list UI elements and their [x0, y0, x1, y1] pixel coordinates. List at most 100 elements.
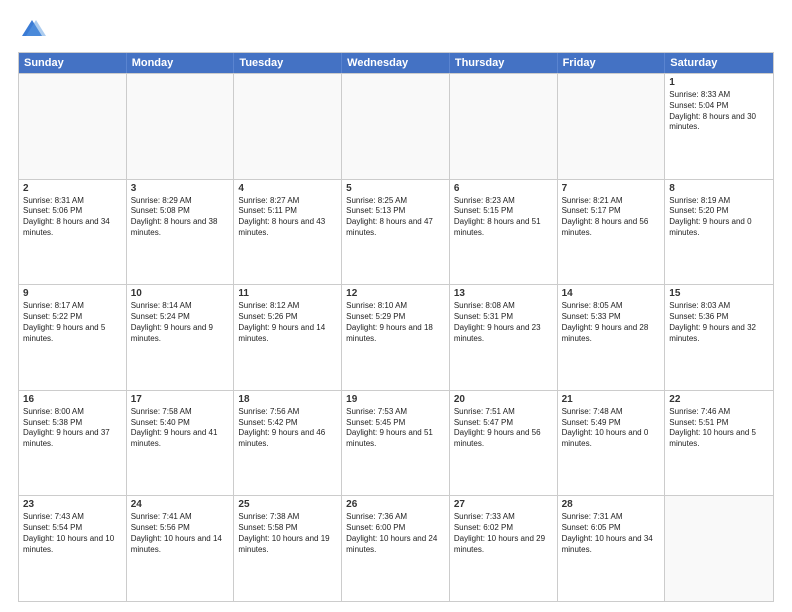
day-info: Sunrise: 8:29 AM Sunset: 5:08 PM Dayligh… — [131, 196, 230, 239]
calendar-cell-r2-c6: 15 Sunrise: 8:03 AM Sunset: 5:36 PM Dayli… — [665, 285, 773, 390]
header-day-sunday: Sunday — [19, 53, 127, 73]
day-number: 20 — [454, 394, 553, 405]
calendar-cell-r1-c6: 8Sunrise: 8:19 AM Sunset: 5:20 PM Daylig… — [665, 180, 773, 285]
calendar-cell-r0-c5 — [558, 74, 666, 179]
calendar-row-2: 9 Sunrise: 8:17 AM Sunset: 5:22 PM Daylig… — [19, 284, 773, 390]
day-number: 10 — [131, 288, 230, 299]
header-day-friday: Friday — [558, 53, 666, 73]
day-info: Sunrise: 8:03 AM Sunset: 5:36 PM Dayligh… — [669, 301, 769, 344]
calendar-cell-r4-c0: 23 Sunrise: 7:43 AM Sunset: 5:54 PM Dayli… — [19, 496, 127, 601]
day-info: Sunrise: 8:19 AM Sunset: 5:20 PM Dayligh… — [669, 196, 769, 239]
day-info: Sunrise: 7:36 AM Sunset: 6:00 PM Dayligh… — [346, 512, 445, 555]
day-number: 24 — [131, 499, 230, 510]
calendar-row-3: 16Sunrise: 8:00 AM Sunset: 5:38 PM Dayli… — [19, 390, 773, 496]
day-info: Sunrise: 8:27 AM Sunset: 5:11 PM Dayligh… — [238, 196, 337, 239]
day-info: Sunrise: 8:25 AM Sunset: 5:13 PM Dayligh… — [346, 196, 445, 239]
day-number: 27 — [454, 499, 553, 510]
day-info: Sunrise: 8:21 AM Sunset: 5:17 PM Dayligh… — [562, 196, 661, 239]
calendar-cell-r4-c2: 25 Sunrise: 7:38 AM Sunset: 5:58 PM Dayli… — [234, 496, 342, 601]
calendar-cell-r3-c3: 19 Sunrise: 7:53 AM Sunset: 5:45 PM Dayli… — [342, 391, 450, 496]
header-day-thursday: Thursday — [450, 53, 558, 73]
calendar-cell-r3-c6: 22 Sunrise: 7:46 AM Sunset: 5:51 PM Dayli… — [665, 391, 773, 496]
calendar-cell-r1-c4: 6 Sunrise: 8:23 AM Sunset: 5:15 PM Daylig… — [450, 180, 558, 285]
day-number: 4 — [238, 183, 337, 194]
day-number: 3 — [131, 183, 230, 194]
calendar-cell-r2-c4: 13Sunrise: 8:08 AM Sunset: 5:31 PM Dayli… — [450, 285, 558, 390]
day-number: 12 — [346, 288, 445, 299]
calendar-body: 1 Sunrise: 8:33 AM Sunset: 5:04 PM Daylig… — [19, 73, 773, 601]
day-number: 17 — [131, 394, 230, 405]
calendar-row-1: 2 Sunrise: 8:31 AM Sunset: 5:06 PM Daylig… — [19, 179, 773, 285]
calendar-cell-r4-c3: 26 Sunrise: 7:36 AM Sunset: 6:00 PM Dayli… — [342, 496, 450, 601]
calendar-cell-r3-c2: 18 Sunrise: 7:56 AM Sunset: 5:42 PM Dayli… — [234, 391, 342, 496]
day-number: 25 — [238, 499, 337, 510]
header — [18, 16, 774, 44]
calendar-cell-r2-c1: 10 Sunrise: 8:14 AM Sunset: 5:24 PM Dayli… — [127, 285, 235, 390]
day-info: Sunrise: 8:23 AM Sunset: 5:15 PM Dayligh… — [454, 196, 553, 239]
calendar-header: SundayMondayTuesdayWednesdayThursdayFrid… — [19, 53, 773, 73]
calendar-cell-r3-c1: 17 Sunrise: 7:58 AM Sunset: 5:40 PM Dayli… — [127, 391, 235, 496]
calendar-cell-r0-c0 — [19, 74, 127, 179]
day-number: 14 — [562, 288, 661, 299]
calendar-cell-r1-c2: 4 Sunrise: 8:27 AM Sunset: 5:11 PM Daylig… — [234, 180, 342, 285]
day-number: 18 — [238, 394, 337, 405]
day-number: 19 — [346, 394, 445, 405]
header-day-saturday: Saturday — [665, 53, 773, 73]
day-number: 26 — [346, 499, 445, 510]
day-info: Sunrise: 8:14 AM Sunset: 5:24 PM Dayligh… — [131, 301, 230, 344]
calendar-row-0: 1 Sunrise: 8:33 AM Sunset: 5:04 PM Daylig… — [19, 73, 773, 179]
calendar-cell-r4-c6 — [665, 496, 773, 601]
calendar-cell-r3-c5: 21 Sunrise: 7:48 AM Sunset: 5:49 PM Dayli… — [558, 391, 666, 496]
day-number: 15 — [669, 288, 769, 299]
calendar-cell-r4-c4: 27 Sunrise: 7:33 AM Sunset: 6:02 PM Dayli… — [450, 496, 558, 601]
day-info: Sunrise: 8:05 AM Sunset: 5:33 PM Dayligh… — [562, 301, 661, 344]
calendar-cell-r0-c2 — [234, 74, 342, 179]
day-info: Sunrise: 7:48 AM Sunset: 5:49 PM Dayligh… — [562, 407, 661, 450]
day-info: Sunrise: 7:31 AM Sunset: 6:05 PM Dayligh… — [562, 512, 661, 555]
calendar-cell-r1-c3: 5 Sunrise: 8:25 AM Sunset: 5:13 PM Daylig… — [342, 180, 450, 285]
day-info: Sunrise: 7:51 AM Sunset: 5:47 PM Dayligh… — [454, 407, 553, 450]
day-number: 11 — [238, 288, 337, 299]
day-info: Sunrise: 8:33 AM Sunset: 5:04 PM Dayligh… — [669, 90, 769, 133]
day-number: 9 — [23, 288, 122, 299]
day-number: 22 — [669, 394, 769, 405]
day-info: Sunrise: 7:53 AM Sunset: 5:45 PM Dayligh… — [346, 407, 445, 450]
calendar-cell-r0-c3 — [342, 74, 450, 179]
calendar-cell-r0-c1 — [127, 74, 235, 179]
day-info: Sunrise: 7:56 AM Sunset: 5:42 PM Dayligh… — [238, 407, 337, 450]
day-info: Sunrise: 7:38 AM Sunset: 5:58 PM Dayligh… — [238, 512, 337, 555]
day-info: Sunrise: 8:17 AM Sunset: 5:22 PM Dayligh… — [23, 301, 122, 344]
day-info: Sunrise: 8:31 AM Sunset: 5:06 PM Dayligh… — [23, 196, 122, 239]
day-info: Sunrise: 7:58 AM Sunset: 5:40 PM Dayligh… — [131, 407, 230, 450]
page: SundayMondayTuesdayWednesdayThursdayFrid… — [0, 0, 792, 612]
calendar-row-4: 23 Sunrise: 7:43 AM Sunset: 5:54 PM Dayli… — [19, 495, 773, 601]
calendar: SundayMondayTuesdayWednesdayThursdayFrid… — [18, 52, 774, 602]
calendar-cell-r4-c5: 28Sunrise: 7:31 AM Sunset: 6:05 PM Dayli… — [558, 496, 666, 601]
calendar-cell-r3-c4: 20 Sunrise: 7:51 AM Sunset: 5:47 PM Dayli… — [450, 391, 558, 496]
header-day-monday: Monday — [127, 53, 235, 73]
calendar-cell-r2-c3: 12Sunrise: 8:10 AM Sunset: 5:29 PM Dayli… — [342, 285, 450, 390]
header-day-wednesday: Wednesday — [342, 53, 450, 73]
day-number: 1 — [669, 77, 769, 88]
day-info: Sunrise: 7:43 AM Sunset: 5:54 PM Dayligh… — [23, 512, 122, 555]
calendar-cell-r2-c0: 9 Sunrise: 8:17 AM Sunset: 5:22 PM Daylig… — [19, 285, 127, 390]
day-number: 5 — [346, 183, 445, 194]
calendar-cell-r0-c6: 1 Sunrise: 8:33 AM Sunset: 5:04 PM Daylig… — [665, 74, 773, 179]
calendar-cell-r2-c5: 14 Sunrise: 8:05 AM Sunset: 5:33 PM Dayli… — [558, 285, 666, 390]
day-number: 21 — [562, 394, 661, 405]
day-info: Sunrise: 8:12 AM Sunset: 5:26 PM Dayligh… — [238, 301, 337, 344]
day-number: 23 — [23, 499, 122, 510]
day-number: 13 — [454, 288, 553, 299]
day-number: 2 — [23, 183, 122, 194]
logo-icon — [18, 16, 46, 44]
day-number: 7 — [562, 183, 661, 194]
logo — [18, 16, 50, 44]
calendar-cell-r2-c2: 11 Sunrise: 8:12 AM Sunset: 5:26 PM Dayli… — [234, 285, 342, 390]
day-info: Sunrise: 7:46 AM Sunset: 5:51 PM Dayligh… — [669, 407, 769, 450]
day-number: 6 — [454, 183, 553, 194]
calendar-cell-r1-c5: 7 Sunrise: 8:21 AM Sunset: 5:17 PM Daylig… — [558, 180, 666, 285]
day-info: Sunrise: 7:33 AM Sunset: 6:02 PM Dayligh… — [454, 512, 553, 555]
calendar-cell-r1-c1: 3 Sunrise: 8:29 AM Sunset: 5:08 PM Daylig… — [127, 180, 235, 285]
calendar-cell-r0-c4 — [450, 74, 558, 179]
day-info: Sunrise: 7:41 AM Sunset: 5:56 PM Dayligh… — [131, 512, 230, 555]
